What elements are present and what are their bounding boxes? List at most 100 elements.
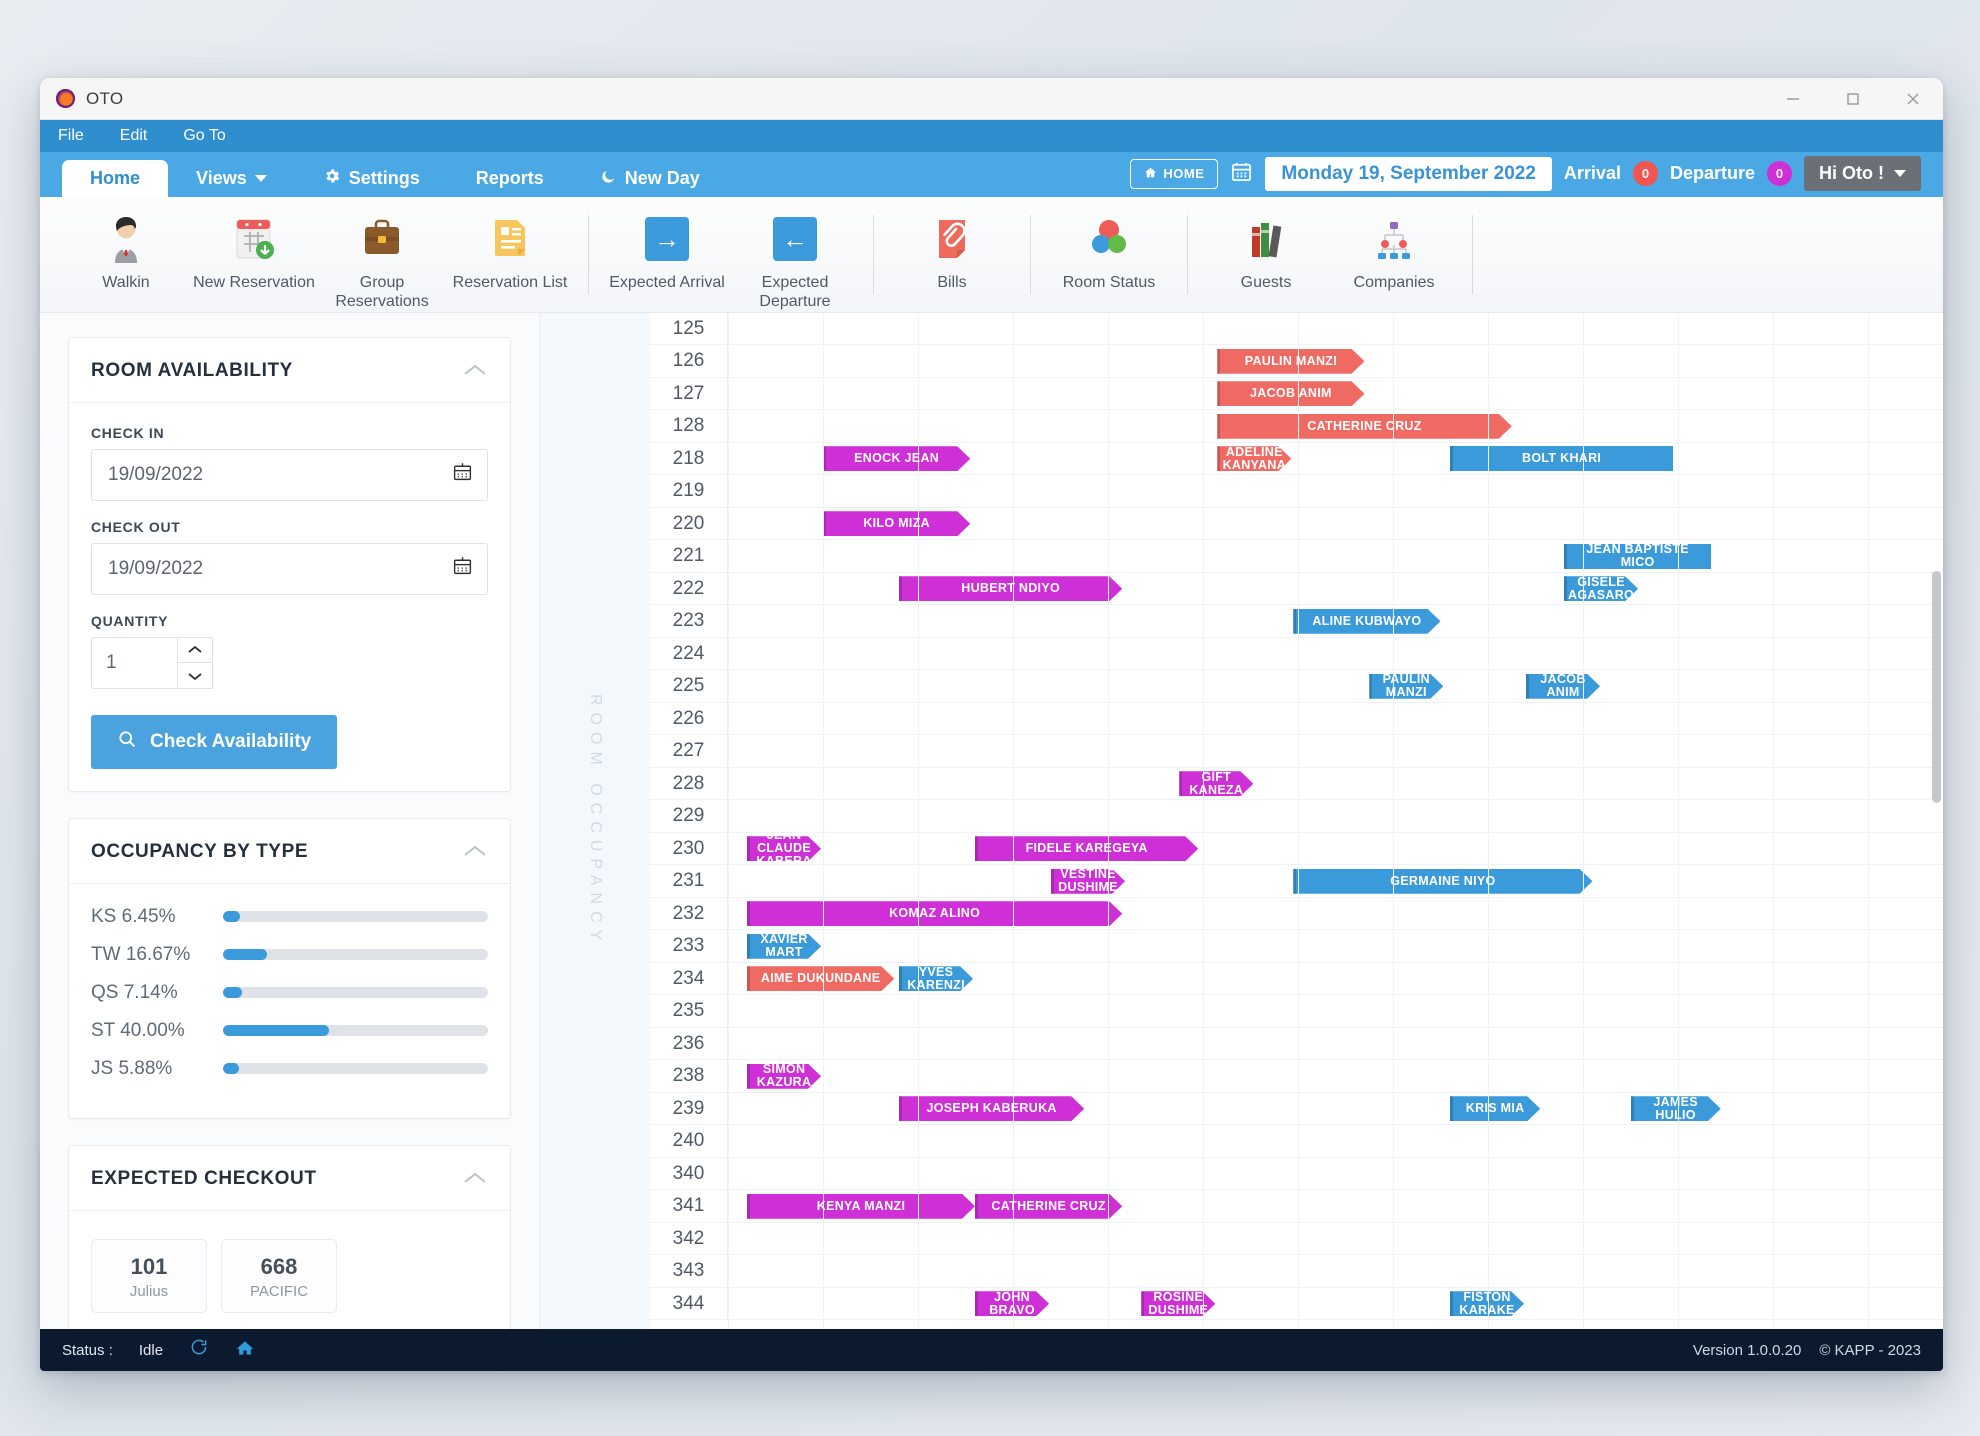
check-out-input[interactable] bbox=[106, 556, 452, 581]
reservation-bar[interactable]: GERMAINE NIYO bbox=[1293, 869, 1592, 894]
toolbar-item-room-status[interactable]: Room Status bbox=[1045, 207, 1173, 293]
tab-views[interactable]: Views bbox=[168, 160, 295, 197]
reservation-bar[interactable]: KENYA MANZI bbox=[747, 1194, 975, 1219]
check-in-field[interactable] bbox=[91, 448, 488, 501]
reservation-bar[interactable]: GIFT KANEZA bbox=[1179, 771, 1253, 796]
room-number-cell[interactable]: 344 bbox=[650, 1287, 728, 1320]
reservation-bar[interactable]: JOSEPH KABERUKA bbox=[899, 1096, 1084, 1121]
expected-checkout-tile[interactable]: 668 PACIFIC bbox=[221, 1238, 337, 1313]
room-number-cell[interactable]: 218 bbox=[650, 442, 728, 475]
room-number-cell[interactable]: 221 bbox=[650, 540, 728, 572]
calendar-icon[interactable] bbox=[452, 555, 473, 582]
expected-checkout-tile[interactable]: 101 Julius bbox=[91, 1238, 207, 1313]
minimize-icon[interactable] bbox=[1763, 78, 1823, 120]
home-button[interactable]: HOME bbox=[1130, 158, 1219, 189]
reservation-bar[interactable]: JEAN BAPTISTE MICO bbox=[1564, 543, 1712, 569]
vertical-scrollbar[interactable] bbox=[1932, 570, 1941, 803]
toolbar-item-expected-departure[interactable]: ← Expected Departure bbox=[731, 207, 859, 312]
room-number-cell[interactable]: 232 bbox=[650, 897, 728, 930]
room-number-cell[interactable]: 125 bbox=[650, 312, 728, 345]
room-number-cell[interactable]: 219 bbox=[650, 475, 728, 507]
toolbar-item-new-reservation[interactable]: New Reservation bbox=[190, 207, 318, 293]
reservation-bar[interactable]: PAULIN MANZI bbox=[1369, 674, 1443, 699]
caret-up-icon[interactable] bbox=[462, 360, 488, 382]
room-number-cell[interactable]: 234 bbox=[650, 962, 728, 995]
reservation-bar[interactable]: JACOB ANIM bbox=[1217, 381, 1364, 406]
room-number-cell[interactable]: 233 bbox=[650, 930, 728, 962]
room-number-cell[interactable]: 341 bbox=[650, 1190, 728, 1222]
room-number-cell[interactable]: 230 bbox=[650, 832, 728, 865]
room-number-cell[interactable]: 227 bbox=[650, 735, 728, 767]
room-number-cell[interactable]: 225 bbox=[650, 670, 728, 702]
refresh-icon[interactable] bbox=[189, 1337, 209, 1363]
room-number-cell[interactable]: 229 bbox=[650, 800, 728, 832]
room-number-cell[interactable]: 128 bbox=[650, 410, 728, 442]
reservation-bar[interactable]: YVES KARENZI bbox=[899, 966, 973, 991]
calendar-icon[interactable] bbox=[452, 461, 473, 488]
toolbar-item-expected-arrival[interactable]: → Expected Arrival bbox=[603, 207, 731, 293]
reservation-bar[interactable]: PAULIN MANZI bbox=[1217, 349, 1364, 374]
reservation-bar[interactable]: KOMAZ ALINO bbox=[747, 901, 1122, 926]
quantity-input[interactable] bbox=[91, 636, 177, 689]
toolbar-item-guests[interactable]: Guests bbox=[1202, 207, 1330, 293]
room-number-cell[interactable]: 127 bbox=[650, 377, 728, 410]
check-out-field[interactable] bbox=[91, 542, 488, 595]
calendar-icon[interactable] bbox=[1230, 160, 1253, 187]
reservation-bar[interactable]: CATHERINE CRUZ bbox=[1217, 414, 1512, 439]
quantity-stepper[interactable] bbox=[91, 636, 213, 689]
reservation-bar[interactable]: JAMES HULIO bbox=[1631, 1096, 1721, 1121]
reservation-bar[interactable]: ENOCK JEAN bbox=[823, 446, 970, 471]
user-menu-button[interactable]: Hi Oto ! bbox=[1804, 156, 1921, 191]
room-number-cell[interactable]: 236 bbox=[650, 1027, 728, 1060]
toolbar-item-reservation-list[interactable]: Reservation List bbox=[446, 207, 574, 293]
room-number-cell[interactable]: 342 bbox=[650, 1222, 728, 1255]
current-date-display[interactable]: Monday 19, September 2022 bbox=[1265, 156, 1552, 191]
reservation-bar[interactable]: SIMON KAZURA bbox=[747, 1064, 821, 1089]
room-number-cell[interactable]: 238 bbox=[650, 1060, 728, 1092]
room-number-cell[interactable]: 235 bbox=[650, 995, 728, 1027]
reservation-bar[interactable]: BOLT KHARI bbox=[1450, 446, 1674, 472]
tab-new-day[interactable]: New Day bbox=[572, 160, 728, 197]
caret-up-icon[interactable] bbox=[462, 1168, 488, 1190]
reservation-bar[interactable]: KRIS MIA bbox=[1450, 1096, 1540, 1121]
room-occupancy-grid[interactable]: 125 126 PAULIN MANZI 127 JACOB ANIM 128 CATHER… bbox=[650, 312, 1943, 1329]
toolbar-item-walkin[interactable]: Walkin bbox=[62, 207, 190, 293]
toolbar-item-companies[interactable]: Companies bbox=[1330, 207, 1458, 293]
reservation-bar[interactable]: FIDELE KAREGEYA bbox=[975, 836, 1198, 861]
reservation-bar[interactable]: HUBERT NDIYO bbox=[899, 576, 1122, 601]
menu-item-file[interactable]: File bbox=[58, 127, 84, 145]
reservation-bar[interactable]: JACOB ANIM bbox=[1526, 674, 1600, 699]
quantity-decrement-button[interactable] bbox=[177, 662, 213, 689]
tab-reports[interactable]: Reports bbox=[448, 160, 572, 197]
tab-home[interactable]: Home bbox=[62, 160, 169, 197]
room-number-cell[interactable]: 231 bbox=[650, 865, 728, 897]
room-number-cell[interactable]: 222 bbox=[650, 572, 728, 605]
room-number-cell[interactable]: 343 bbox=[650, 1255, 728, 1287]
room-number-cell[interactable]: 220 bbox=[650, 507, 728, 540]
maximize-icon[interactable] bbox=[1823, 78, 1883, 120]
check-in-input[interactable] bbox=[106, 462, 452, 487]
quantity-increment-button[interactable] bbox=[177, 636, 213, 663]
room-number-cell[interactable]: 223 bbox=[650, 605, 728, 637]
reservation-bar[interactable]: KILO MIZA bbox=[823, 511, 970, 536]
reservation-bar[interactable]: GISELE AGASARO bbox=[1564, 576, 1638, 601]
room-number-cell[interactable]: 340 bbox=[650, 1157, 728, 1190]
check-availability-button[interactable]: Check Availability bbox=[91, 714, 338, 769]
close-icon[interactable] bbox=[1883, 78, 1943, 120]
room-number-cell[interactable]: 226 bbox=[650, 702, 728, 735]
menu-item-edit[interactable]: Edit bbox=[120, 127, 148, 145]
room-number-cell[interactable]: 239 bbox=[650, 1092, 728, 1125]
room-number-cell[interactable]: 240 bbox=[650, 1125, 728, 1157]
room-number-cell[interactable]: 126 bbox=[650, 345, 728, 377]
reservation-bar[interactable]: JEAN CLAUDE KABERA bbox=[747, 836, 821, 861]
caret-up-icon[interactable] bbox=[462, 841, 488, 863]
reservation-bar[interactable]: AIME DUKUNDANE bbox=[747, 966, 894, 991]
reservation-bar[interactable]: ADELINE KANYANA bbox=[1217, 446, 1291, 471]
room-number-cell[interactable]: 224 bbox=[650, 637, 728, 670]
reservation-bar[interactable]: XAVIER MART bbox=[747, 934, 821, 959]
toolbar-item-bills[interactable]: Bills bbox=[888, 207, 1016, 293]
reservation-bar[interactable]: VESTINE DUSHIME bbox=[1051, 869, 1125, 894]
tab-settings[interactable]: Settings bbox=[295, 160, 448, 197]
reservation-bar[interactable]: ALINE KUBWAYO bbox=[1293, 609, 1440, 634]
reservation-bar[interactable]: ROSINE DUSHIME bbox=[1141, 1291, 1215, 1316]
